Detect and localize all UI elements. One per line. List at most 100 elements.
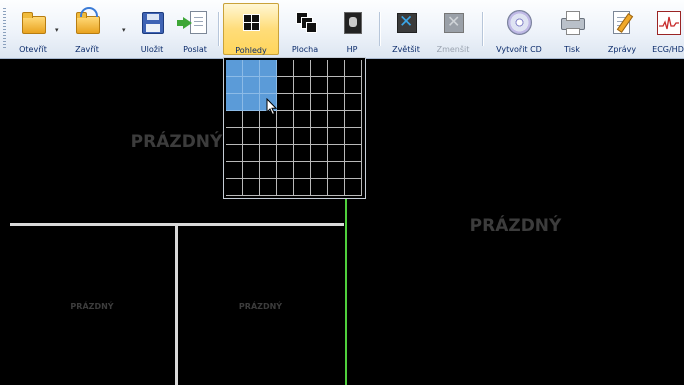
layout-grid-cell[interactable] [226, 77, 243, 94]
layout-grid-cell[interactable] [277, 179, 294, 196]
layout-grid-cell[interactable] [226, 179, 243, 196]
layout-grid-cell[interactable] [277, 111, 294, 128]
layout-grid-cell[interactable] [277, 128, 294, 145]
desktop-button[interactable]: Plocha [282, 3, 328, 55]
layout-grid-cell[interactable] [294, 94, 311, 111]
layout-grid-cell[interactable] [311, 94, 328, 111]
layout-grid-cell[interactable] [277, 162, 294, 179]
layout-grid-cell[interactable] [260, 77, 277, 94]
close-label: Zavřít [75, 45, 99, 54]
shrink-button[interactable]: Zmenšit [430, 3, 476, 55]
close-button[interactable]: Zavřít [64, 3, 110, 55]
layout-grid-cell[interactable] [226, 128, 243, 145]
layout-grid-cell[interactable] [345, 145, 362, 162]
layout-grid[interactable] [226, 60, 362, 196]
layout-grid-cell[interactable] [226, 111, 243, 128]
layout-grid-cell[interactable] [311, 128, 328, 145]
print-button[interactable]: Tisk [552, 3, 592, 55]
layout-grid-cell[interactable] [260, 128, 277, 145]
open-button[interactable]: Otevřít [10, 3, 56, 55]
layout-grid-cell[interactable] [328, 128, 345, 145]
hanging-protocol-icon [339, 9, 365, 35]
layout-grid-cell[interactable] [260, 162, 277, 179]
layout-grid-cell[interactable] [243, 145, 260, 162]
layout-grid-cell[interactable] [277, 60, 294, 77]
layout-grid-cell[interactable] [226, 162, 243, 179]
open-folder-icon [20, 9, 46, 35]
layout-grid-cell[interactable] [328, 94, 345, 111]
layout-grid-cell[interactable] [243, 111, 260, 128]
layout-grid-cell[interactable] [260, 60, 277, 77]
close-dropdown-arrow[interactable]: ▾ [122, 26, 126, 34]
layout-grid-cell[interactable] [345, 94, 362, 111]
viewport-bottom-left[interactable]: PRÁZDNÝ [10, 228, 174, 385]
viewport-right[interactable]: PRÁZDNÝ [345, 59, 684, 385]
reports-button[interactable]: Zprávy [600, 3, 644, 55]
layout-grid-cell[interactable] [345, 162, 362, 179]
shrink-icon [440, 9, 466, 35]
layout-grid-cell[interactable] [226, 60, 243, 77]
layout-grid-cell[interactable] [277, 145, 294, 162]
empty-viewport-label: PRÁZDNÝ [238, 302, 283, 311]
hp-button[interactable]: HP [332, 3, 372, 55]
layout-grid-cell[interactable] [294, 60, 311, 77]
main-toolbar: Otevřít ▾ Zavřít ▾ Uložit Poslat Pohledy [0, 0, 684, 59]
send-button[interactable]: Poslat [174, 3, 216, 55]
mouse-cursor-icon [266, 98, 278, 116]
layout-grid-cell[interactable] [311, 77, 328, 94]
reports-label: Zprávy [607, 45, 637, 54]
layout-grid-cell[interactable] [294, 179, 311, 196]
floppy-icon [139, 9, 165, 35]
layout-grid-cell[interactable] [345, 77, 362, 94]
layout-grid-cell[interactable] [243, 94, 260, 111]
save-button[interactable]: Uložit [130, 3, 174, 55]
layout-grid-cell[interactable] [328, 111, 345, 128]
ecg-button[interactable]: ECG/HD [648, 3, 684, 55]
layout-grid-cell[interactable] [294, 77, 311, 94]
layout-grid-cell[interactable] [328, 145, 345, 162]
layout-grid-cell[interactable] [243, 179, 260, 196]
layout-grid-cell[interactable] [311, 60, 328, 77]
layout-grid-cell[interactable] [328, 162, 345, 179]
layout-grid-cell[interactable] [311, 179, 328, 196]
create-cd-button[interactable]: Vytvořit CD [488, 3, 550, 55]
layout-grid-cell[interactable] [328, 179, 345, 196]
send-label: Poslat [183, 45, 207, 54]
layout-grid-cell[interactable] [226, 94, 243, 111]
close-folder-icon [74, 7, 100, 35]
layout-grid-cell[interactable] [260, 179, 277, 196]
enlarge-button[interactable]: Zvětšit [384, 3, 428, 55]
layout-grid-cell[interactable] [311, 111, 328, 128]
layout-grid-cell[interactable] [294, 162, 311, 179]
layout-grid-cell[interactable] [243, 60, 260, 77]
layout-grid-cell[interactable] [226, 145, 243, 162]
layout-grid-cell[interactable] [260, 145, 277, 162]
viewport-divider-vertical [175, 226, 178, 385]
viewport-bottom-middle[interactable]: PRÁZDNÝ [178, 228, 343, 385]
layout-grid-cell[interactable] [328, 60, 345, 77]
layout-grid-cell[interactable] [294, 145, 311, 162]
layout-grid-cell[interactable] [243, 162, 260, 179]
layout-grid-cell[interactable] [311, 162, 328, 179]
views-label: Pohledy [235, 46, 267, 55]
layout-grid-cell[interactable] [345, 111, 362, 128]
layout-grid-cell[interactable] [277, 77, 294, 94]
layout-grid-cell[interactable] [294, 111, 311, 128]
layout-grid-cell[interactable] [243, 128, 260, 145]
open-label: Otevřít [19, 45, 47, 54]
enlarge-label: Zvětšit [392, 45, 420, 54]
layout-grid-cell[interactable] [345, 128, 362, 145]
layout-grid-cell[interactable] [345, 60, 362, 77]
layout-grid-cell[interactable] [311, 145, 328, 162]
create-cd-label: Vytvořit CD [496, 45, 542, 54]
hp-label: HP [346, 45, 358, 54]
desktop-label: Plocha [291, 45, 319, 54]
layout-grid-cell[interactable] [328, 77, 345, 94]
layout-grid-cell[interactable] [277, 94, 294, 111]
layout-grid-cell[interactable] [243, 77, 260, 94]
toolbar-grip[interactable] [3, 8, 6, 50]
layout-grid-cell[interactable] [345, 179, 362, 196]
layout-grid-cell[interactable] [294, 128, 311, 145]
views-button[interactable]: Pohledy [223, 3, 279, 55]
open-dropdown-arrow[interactable]: ▾ [55, 26, 59, 34]
